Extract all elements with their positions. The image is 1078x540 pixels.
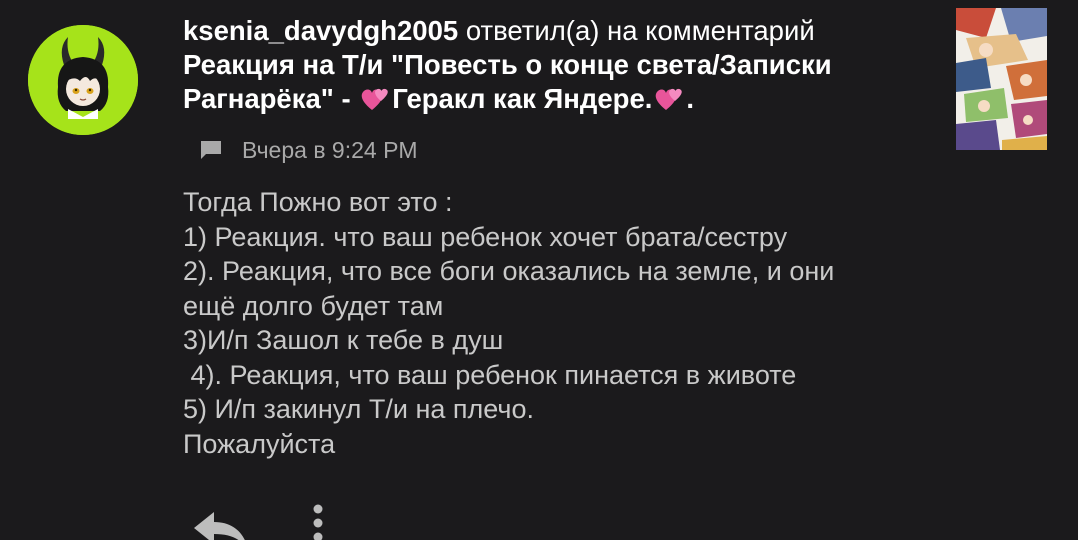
timestamp: Вчера в 9:24 PM: [242, 136, 418, 163]
comment-reply-notification[interactable]: ksenia_davydgh2005 ответил(а) на коммент…: [0, 0, 1078, 540]
post-title-name: Геракл как Яндере.: [392, 83, 653, 114]
post-title-link[interactable]: Реакция на Т/и "Повесть о конце света/За…: [183, 49, 832, 114]
two-hearts-icon: [359, 86, 391, 120]
two-hearts-icon: [653, 86, 685, 120]
comment-line: 2). Реакция, что все боги оказались на з…: [183, 256, 835, 286]
comment-line: 4). Реакция, что ваш ребенок пинается в …: [183, 359, 797, 390]
more-vertical-icon: [313, 504, 323, 540]
avatar[interactable]: [28, 25, 138, 135]
comment-body: Тогда Пожно вот это : 1) Реакция. что ва…: [183, 185, 943, 461]
post-thumbnail-image: [956, 8, 1047, 150]
notification-meta: Вчера в 9:24 PM: [200, 134, 418, 166]
avatar-image: [28, 25, 138, 135]
action-text: ответил(а) на комментарий: [465, 15, 815, 46]
reply-arrow-icon: [194, 512, 245, 540]
username-link[interactable]: ksenia_davydgh2005: [183, 15, 458, 46]
comment-line: Пожалуйста: [183, 428, 336, 459]
more-options-button[interactable]: [306, 503, 330, 540]
post-title-period: .: [686, 83, 695, 114]
comment-line: 5) И/п закинул Т/и на плечо.: [183, 394, 534, 424]
post-thumbnail[interactable]: [956, 8, 1047, 150]
comment-line: 3)И/п Зашол к тебе в душ: [183, 325, 504, 355]
notification-header[interactable]: ksenia_davydgh2005 ответил(а) на коммент…: [183, 14, 903, 120]
comment-line: Тогда Пожно вот это :: [183, 187, 453, 217]
comment-line: 1) Реакция. что ваш ребенок хочет брата/…: [183, 221, 788, 252]
reply-button[interactable]: [190, 508, 252, 540]
chat-bubble-icon: [200, 140, 222, 160]
comment-line: ещё долго будет там: [183, 290, 444, 321]
